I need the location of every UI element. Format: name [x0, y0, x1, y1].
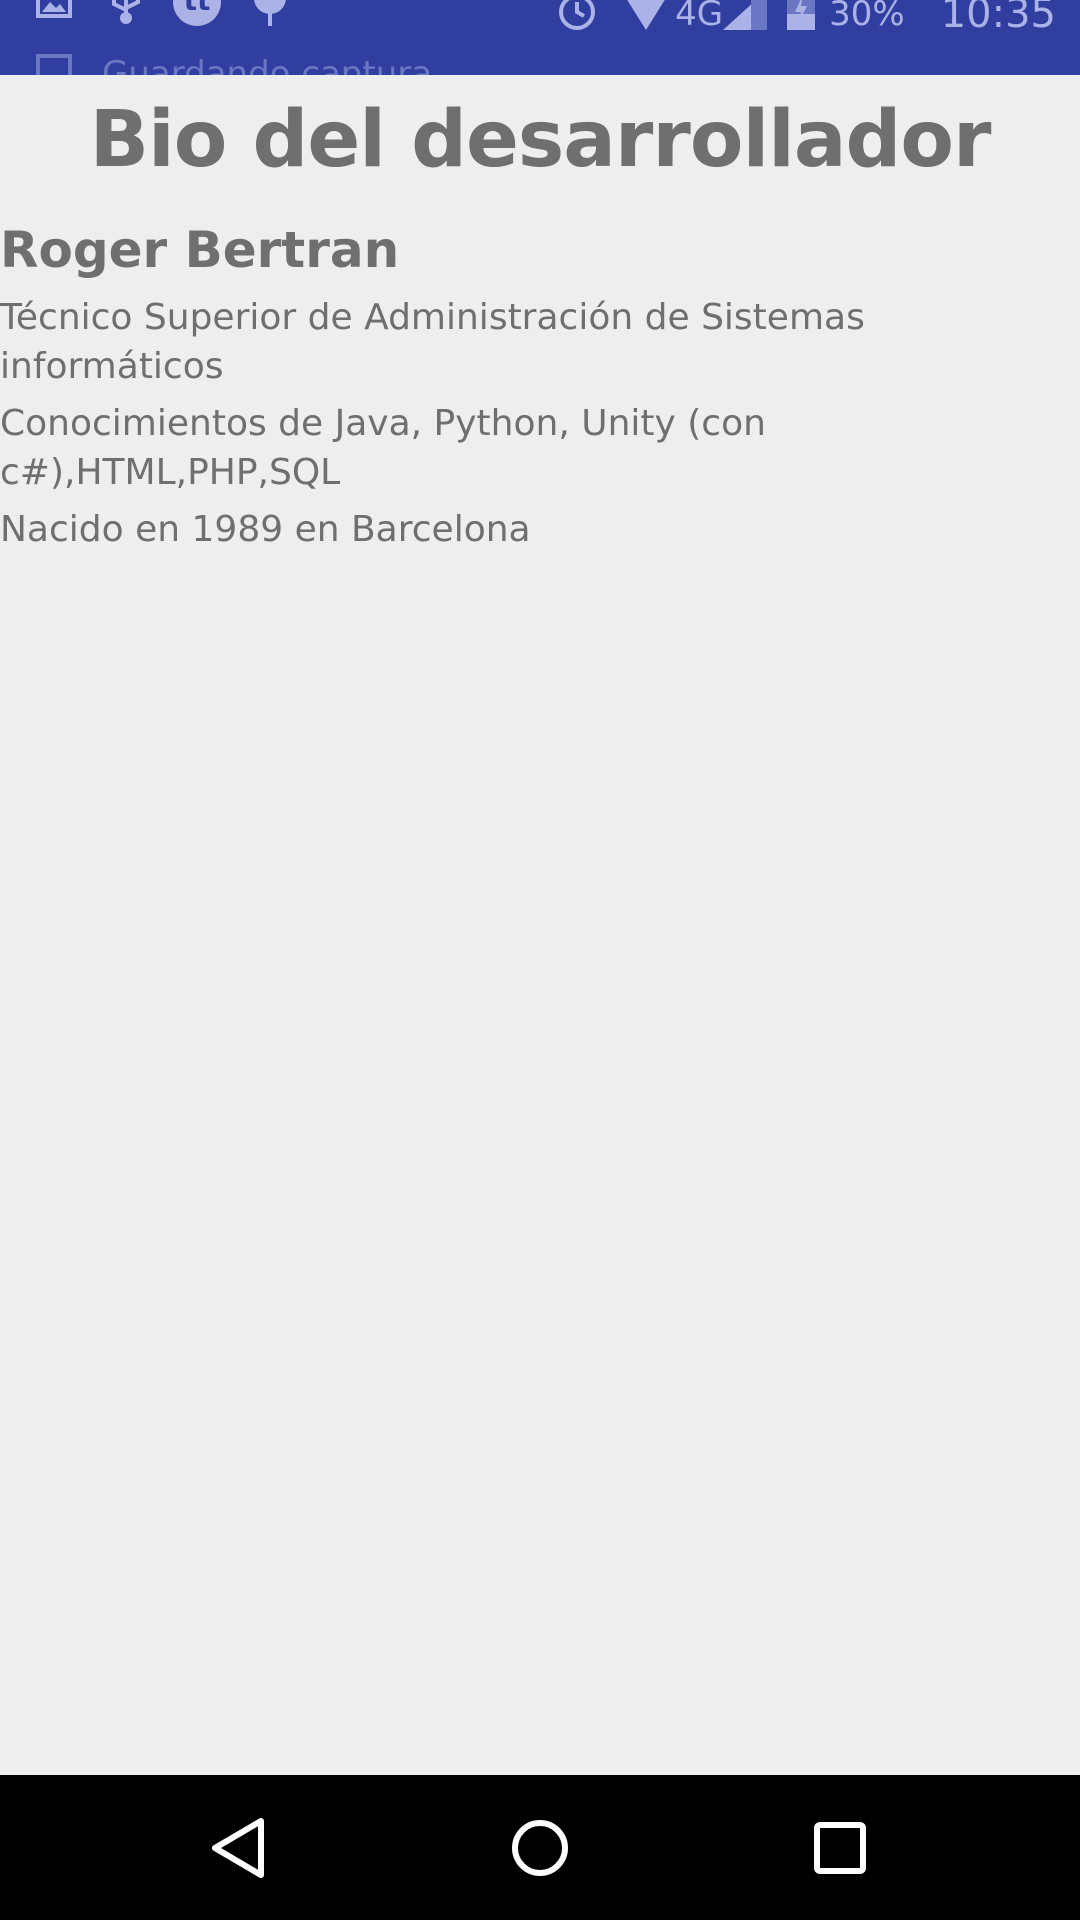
usb-icon	[110, 0, 142, 30]
app-icon: tt	[172, 0, 222, 34]
battery-percent: 30%	[829, 0, 905, 34]
status-bar: tt 4G 30% 10:35 Guardando captura	[0, 0, 1080, 75]
developer-name: Roger Bertran	[0, 221, 400, 279]
battery-icon	[787, 0, 816, 38]
clock: 10:35	[940, 0, 1056, 37]
svg-text:tt: tt	[184, 0, 211, 17]
image-icon	[36, 0, 72, 26]
screen: tt 4G 30% 10:35 Guardando captura Bio de…	[0, 0, 1080, 1920]
bio-content: Bio del desarrollador Roger Bertran Técn…	[0, 75, 1080, 1775]
recents-icon[interactable]	[805, 1813, 875, 1883]
screenshot-icon	[36, 54, 72, 75]
alarm-icon	[557, 0, 597, 36]
back-icon[interactable]	[205, 1813, 275, 1883]
bio-birth: Nacido en 1989 en Barcelona	[0, 509, 531, 550]
page-title: Bio del desarrollador	[89, 95, 992, 185]
pin-icon	[252, 0, 288, 34]
signal-icon	[723, 0, 768, 38]
bio-education: Técnico Superior de Administración de Si…	[0, 297, 865, 387]
notification-row: Guardando captura	[36, 54, 432, 75]
notification-text: Guardando captura	[102, 54, 433, 75]
navigation-bar	[0, 1775, 1080, 1920]
network-type: 4G	[675, 0, 724, 34]
wifi-icon	[621, 0, 671, 38]
home-icon[interactable]	[505, 1813, 575, 1883]
status-right-group: 4G 30% 10:35	[557, 0, 1056, 44]
bio-skills: Conocimientos de Java, Python, Unity (co…	[0, 403, 766, 493]
